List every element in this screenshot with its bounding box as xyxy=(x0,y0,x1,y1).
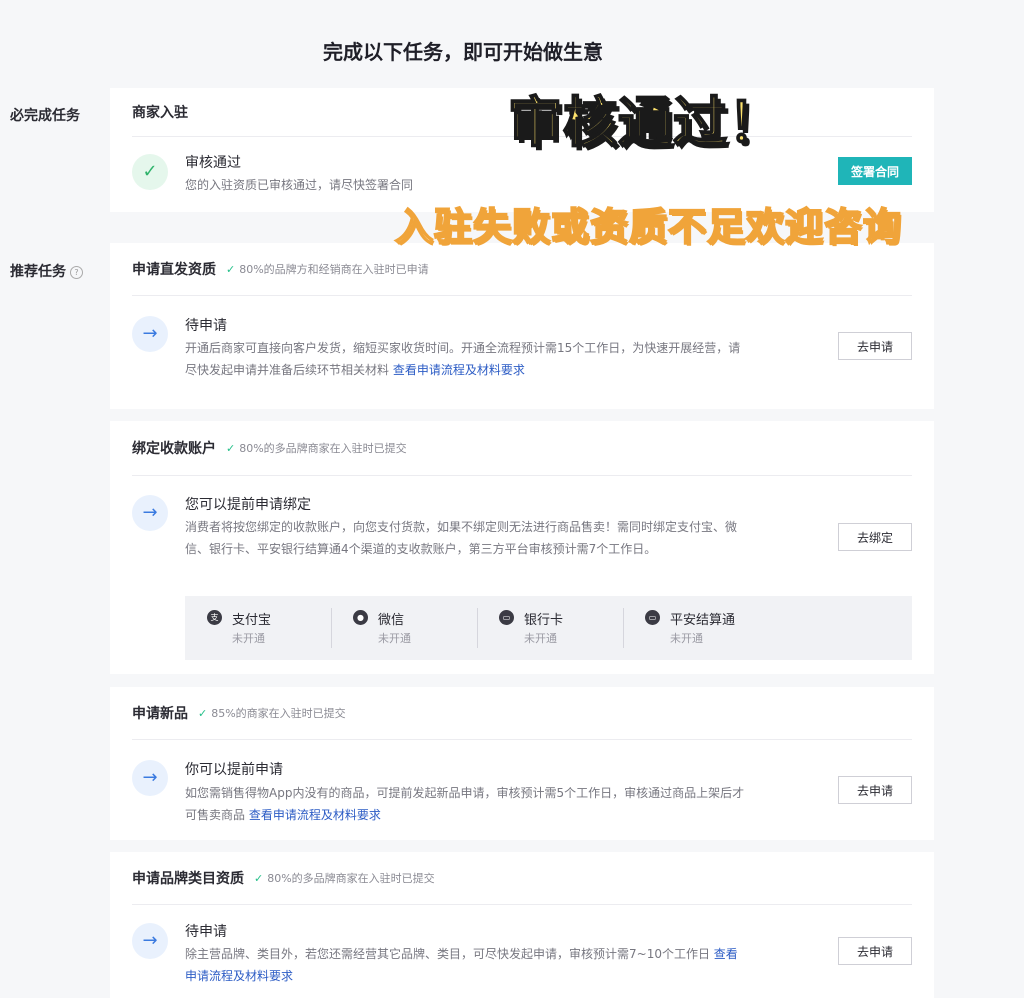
channel-pingan: ▭ 平安结算通 未开通 xyxy=(623,596,769,660)
task-desc: 您的入驻资质已审核通过，请尽快签署合同 xyxy=(185,178,414,192)
apply-button[interactable]: 去申请 xyxy=(838,776,912,804)
channel-name: 平安结算通 xyxy=(670,613,736,628)
card-new-product: 申请新品 ✓ 85%的商家在入驻时已提交 → 你可以提前申请 如您需销售得物App… xyxy=(110,687,934,840)
apply-button[interactable]: 去申请 xyxy=(838,332,912,360)
apply-button[interactable]: 去申请 xyxy=(838,937,912,965)
channel-name: 银行卡 xyxy=(524,613,564,628)
section-label-recommended: 推荐任务? xyxy=(10,261,83,281)
check-icon: ✓ xyxy=(226,441,236,455)
card-bind-account: 绑定收款账户 ✓ 80%的多品牌商家在入驻时已提交 → 您可以提前申请绑定 消费者… xyxy=(110,421,934,674)
task-desc: 开通后商家可直接向客户发货，缩短买家收货时间。开通全流程预计需15个工作日，为快… xyxy=(185,337,745,381)
overlay-headline: 审核通过！ xyxy=(507,90,783,155)
task-row: → 待申请 除主营品牌、类目外，若您还需经营其它品牌、类目，可尽快发起申请，审核… xyxy=(132,905,912,998)
requirements-link[interactable]: 查看申请流程及材料要求 xyxy=(249,808,381,822)
task-desc-text: 除主营品牌、类目外，若您还需经营其它品牌、类目，可尽快发起申请，审核预计需7~1… xyxy=(185,947,710,961)
task-row: → 你可以提前申请 如您需销售得物App内没有的商品，可提前发起新品申请，审核预… xyxy=(132,740,912,840)
requirements-link[interactable]: 查看申请流程及材料要求 xyxy=(393,363,525,377)
card-header: 绑定收款账户 ✓ 80%的多品牌商家在入驻时已提交 xyxy=(132,421,912,476)
alipay-icon: 支 xyxy=(207,610,222,625)
card-title: 绑定收款账户 xyxy=(132,441,216,457)
payment-channels: 支 支付宝 未开通 ● 微信 未开通 ▭ 银行卡 未开通 ▭ 平安结算通 未开通 xyxy=(185,596,912,660)
channel-name: 支付宝 xyxy=(232,613,272,628)
task-desc: 除主营品牌、类目外，若您还需经营其它品牌、类目，可尽快发起申请，审核预计需7~1… xyxy=(185,943,745,987)
channel-status: 未开通 xyxy=(524,632,557,645)
card-meta-text: 80%的多品牌商家在入驻时已提交 xyxy=(239,442,407,455)
card-title: 申请新品 xyxy=(132,706,188,722)
section-label-recommended-text: 推荐任务 xyxy=(10,264,66,280)
channel-wechat: ● 微信 未开通 xyxy=(331,596,477,660)
channel-status: 未开通 xyxy=(232,632,265,645)
task-state: 你可以提前申请 xyxy=(185,762,283,778)
channel-bank-card: ▭ 银行卡 未开通 xyxy=(477,596,623,660)
arrow-right-icon: → xyxy=(132,316,168,352)
check-icon: ✓ xyxy=(198,706,208,720)
overlay-subline: 入驻失败或资质不足欢迎咨询 xyxy=(394,204,903,250)
arrow-right-icon: → xyxy=(132,760,168,796)
arrow-right-icon: → xyxy=(132,495,168,531)
check-icon: ✓ xyxy=(226,262,236,276)
arrow-right-icon: → xyxy=(132,923,168,959)
card-header: 申请品牌类目资质 ✓ 80%的多品牌商家在入驻时已提交 xyxy=(132,852,912,905)
channel-status: 未开通 xyxy=(670,632,703,645)
task-row: → 待申请 开通后商家可直接向客户发货，缩短买家收货时间。开通全流程预计需15个… xyxy=(132,296,912,409)
task-desc: 消费者将按您绑定的收款账户，向您支付货款，如果不绑定则无法进行商品售卖！需同时绑… xyxy=(185,520,738,556)
card-meta-text: 80%的品牌方和经销商在入驻时已申请 xyxy=(239,263,429,276)
card-header: 申请新品 ✓ 85%的商家在入驻时已提交 xyxy=(132,687,912,740)
task-state: 待申请 xyxy=(185,924,227,940)
card-title: 商家入驻 xyxy=(132,105,188,121)
help-icon[interactable]: ? xyxy=(70,265,83,279)
channel-alipay: 支 支付宝 未开通 xyxy=(185,596,331,660)
card-meta-text: 85%的商家在入驻时已提交 xyxy=(211,707,346,720)
bind-button[interactable]: 去绑定 xyxy=(838,523,912,551)
task-state: 审核通过 xyxy=(185,155,241,171)
check-icon: ✓ xyxy=(132,154,168,190)
task-row: → 您可以提前申请绑定 消费者将按您绑定的收款账户，向您支付货款，如果不绑定则无… xyxy=(132,476,912,596)
card-brand-category: 申请品牌类目资质 ✓ 80%的多品牌商家在入驻时已提交 → 待申请 除主营品牌、类… xyxy=(110,852,934,998)
pingan-icon: ▭ xyxy=(645,610,660,625)
card-direct-shipping: 申请直发资质 ✓ 80%的品牌方和经销商在入驻时已申请 → 待申请 开通后商家可直… xyxy=(110,243,934,409)
card-meta: ✓ 80%的多品牌商家在入驻时已提交 xyxy=(226,440,407,456)
sign-contract-button[interactable]: 签署合同 xyxy=(838,157,912,185)
card-meta: ✓ 80%的品牌方和经销商在入驻时已申请 xyxy=(226,261,429,277)
channel-name: 微信 xyxy=(378,613,405,628)
wechat-icon: ● xyxy=(353,610,368,625)
bank-card-icon: ▭ xyxy=(499,610,514,625)
card-meta-text: 80%的多品牌商家在入驻时已提交 xyxy=(267,872,435,885)
task-state: 待申请 xyxy=(185,318,227,334)
card-title: 申请品牌类目资质 xyxy=(132,871,244,887)
card-meta: ✓ 85%的商家在入驻时已提交 xyxy=(198,705,346,721)
section-label-required: 必完成任务 xyxy=(10,108,80,124)
check-icon: ✓ xyxy=(254,871,264,885)
task-desc: 如您需销售得物App内没有的商品，可提前发起新品申请，审核预计需5个工作日，审核… xyxy=(185,782,745,826)
card-title: 申请直发资质 xyxy=(132,262,216,278)
card-meta: ✓ 80%的多品牌商家在入驻时已提交 xyxy=(254,870,435,886)
channel-status: 未开通 xyxy=(378,632,411,645)
page-title: 完成以下任务，即可开始做生意 xyxy=(323,40,603,64)
task-state: 您可以提前申请绑定 xyxy=(185,497,311,513)
